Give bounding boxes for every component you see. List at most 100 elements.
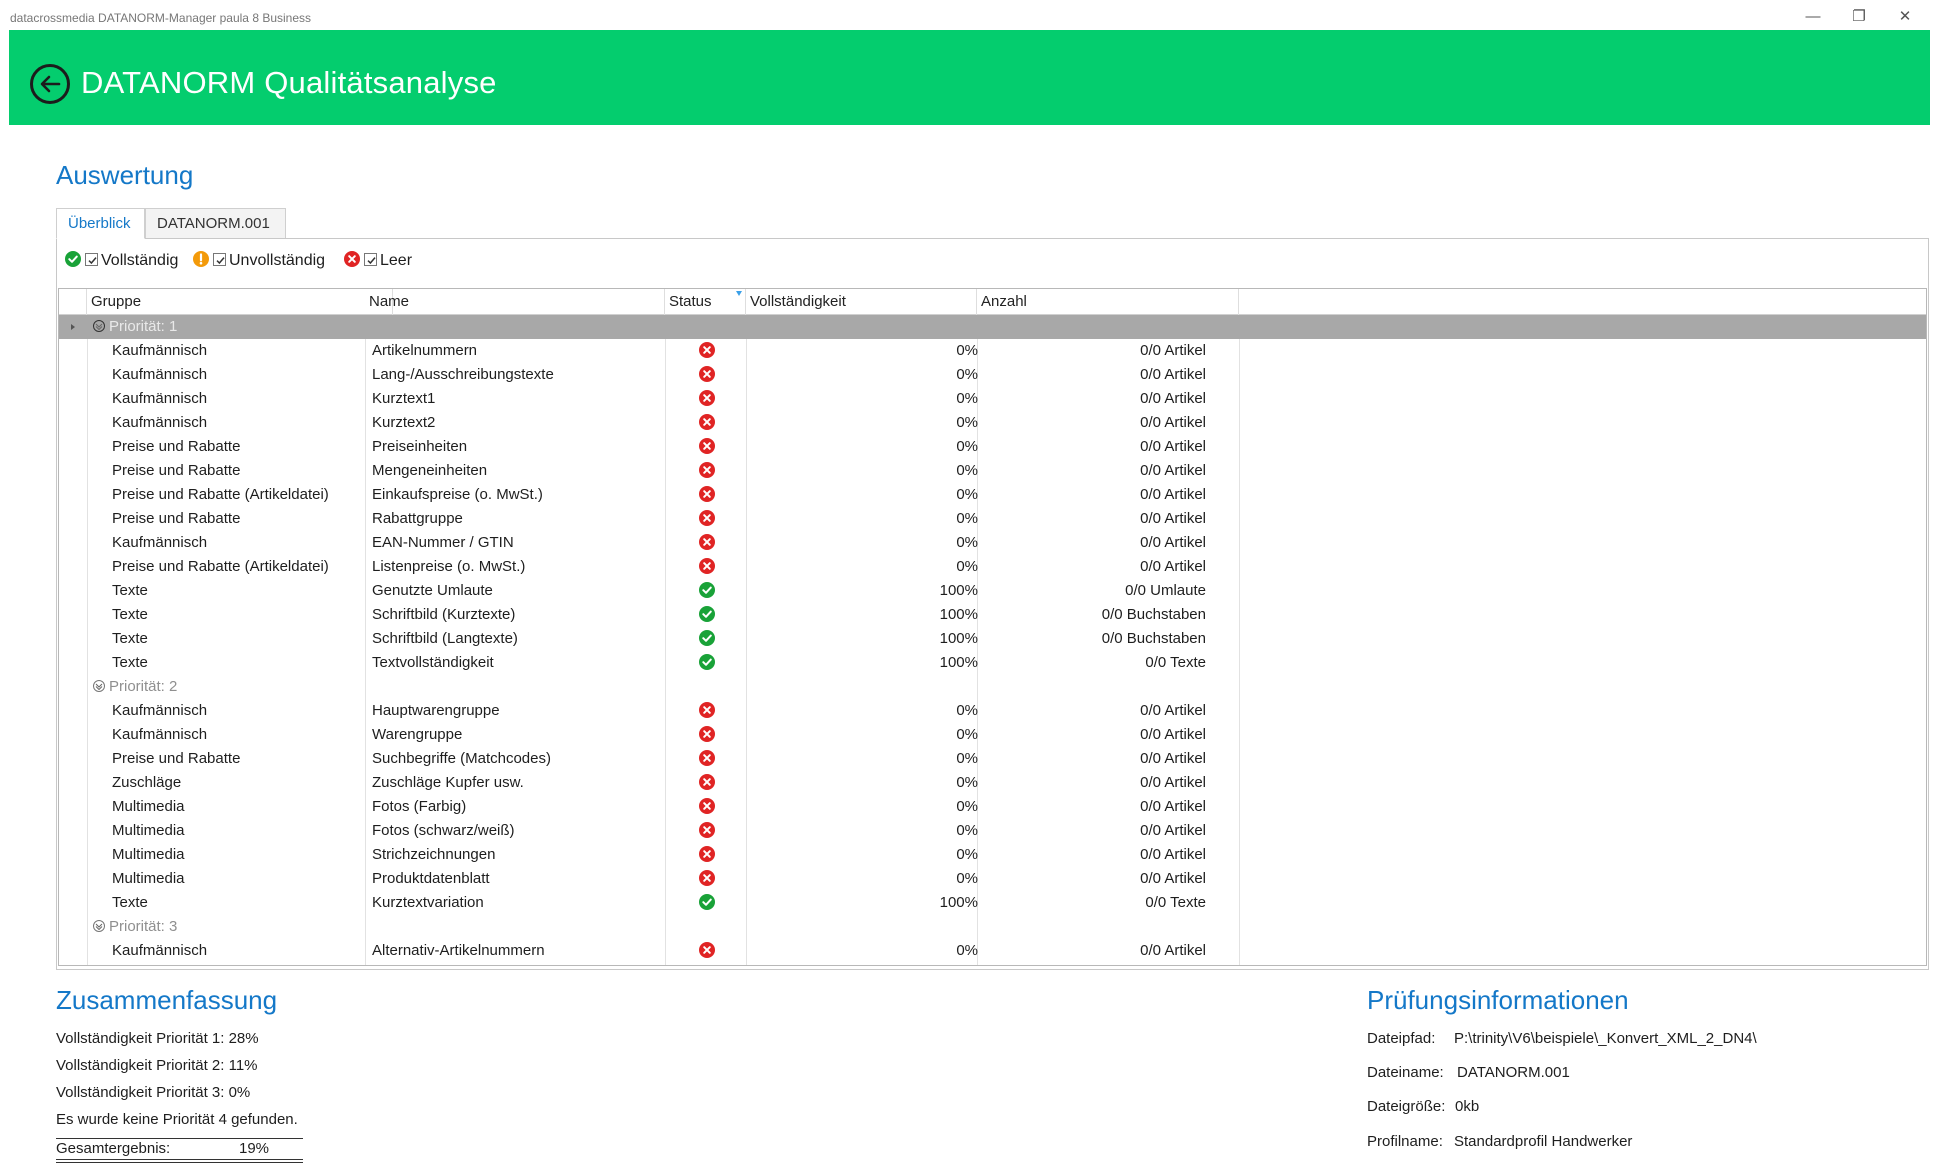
cell-anzahl: 0/0 Artikel	[1140, 510, 1206, 527]
checkbox-unvollstaendig[interactable]	[213, 253, 226, 266]
arrow-left-icon	[40, 75, 61, 93]
title-bar: datacrossmedia DATANORM-Manager paula 8 …	[0, 0, 1938, 30]
cell-anzahl: 0/0 Artikel	[1140, 438, 1206, 455]
cell-vollstaendigkeit: 0%	[956, 870, 978, 887]
cell-vollstaendigkeit: 100%	[939, 606, 978, 623]
table-row[interactable]: Texte Kurztextvariation 100% 0/0 Texte	[59, 891, 1926, 915]
header-indent	[59, 289, 87, 315]
table-row[interactable]: Kaufmännisch EAN-Nummer / GTIN 0% 0/0 Artik…	[59, 531, 1926, 555]
header-gruppe[interactable]: Gruppe	[87, 289, 393, 315]
checkbox-leer[interactable]	[364, 253, 377, 266]
cell-gruppe: Multimedia	[112, 798, 185, 815]
table-row[interactable]: Preise und Rabatte Suchbegriffe (Matchcod…	[59, 747, 1926, 771]
filter-vollstaendig[interactable]: Vollständig	[65, 251, 178, 273]
cell-status	[667, 339, 747, 363]
info-label: Dateipfad:	[1367, 1030, 1436, 1047]
error-circle-icon	[699, 726, 715, 742]
table-row[interactable]: Preise und Rabatte (Artikeldatei) Einkauf…	[59, 483, 1926, 507]
table-row[interactable]: Kaufmännisch Warengruppe 0% 0/0 Artikel	[59, 723, 1926, 747]
header-anzahl[interactable]: Anzahl	[977, 289, 1239, 315]
table-row[interactable]: Texte Schriftbild (Langtexte) 100% 0/0 Buch…	[59, 627, 1926, 651]
info-label: Dateigröße:	[1367, 1098, 1446, 1115]
cell-name: Artikelnummern	[372, 342, 478, 359]
cell-status	[667, 699, 747, 723]
group-row[interactable]: Priorität: 1	[59, 315, 1926, 339]
check-circle-icon	[699, 894, 715, 910]
table-row[interactable]: Kaufmännisch Kurztext2 0% 0/0 Artikel	[59, 411, 1926, 435]
cell-vollstaendigkeit: 0%	[956, 486, 978, 503]
filter-leer[interactable]: Leer	[344, 251, 412, 273]
cell-name: Zuschläge Kupfer usw.	[372, 774, 524, 791]
table-row[interactable]: Multimedia Fotos (schwarz/weiß) 0% 0/0 Arti…	[59, 819, 1926, 843]
cell-vollstaendigkeit: 0%	[956, 366, 978, 383]
cell-status	[667, 771, 747, 795]
table-row[interactable]: Texte Textvollständigkeit 100% 0/0 Texte	[59, 651, 1926, 675]
table-row[interactable]: Zuschläge Zuschläge Kupfer usw. 0% 0/0 Arti…	[59, 771, 1926, 795]
cell-anzahl: 0/0 Artikel	[1140, 702, 1206, 719]
collapse-icon[interactable]	[93, 320, 105, 332]
table-row[interactable]: Preise und Rabatte Rabattgruppe 0% 0/0 Arti…	[59, 507, 1926, 531]
pruefungsinformationen-title: Prüfungsinformationen	[1367, 985, 1629, 1015]
check-circle-icon	[699, 606, 715, 622]
cell-anzahl: 0/0 Artikel	[1140, 366, 1206, 383]
table-row[interactable]: Multimedia Produktdatenblatt 0% 0/0 Artikel	[59, 867, 1926, 891]
table-row[interactable]: Multimedia Strichzeichnungen 0% 0/0 Artikel	[59, 843, 1926, 867]
table-row[interactable]: Kaufmännisch Lang-/Ausschreibungstexte 0% 0…	[59, 363, 1926, 387]
maximize-button[interactable]: ❐	[1836, 4, 1882, 30]
checkbox-vollstaendig[interactable]	[85, 253, 98, 266]
cell-gruppe: Zuschläge	[112, 774, 182, 791]
table-row[interactable]: Preise und Rabatte Mengeneinheiten 0% 0/0 A…	[59, 459, 1926, 483]
grid-body: Priorität: 1 Kaufmännisch Artikelnummern 0%…	[59, 315, 1926, 963]
group-row[interactable]: Priorität: 3	[59, 915, 1926, 939]
cell-vollstaendigkeit: 0%	[956, 414, 978, 431]
table-row[interactable]: Texte Genutzte Umlaute 100% 0/0 Umlaute	[59, 579, 1926, 603]
cell-gruppe: Kaufmännisch	[112, 390, 208, 407]
minimize-button[interactable]: —	[1790, 4, 1836, 30]
cell-name: Schriftbild (Kurztexte)	[372, 606, 516, 623]
cell-name: Produktdatenblatt	[372, 870, 490, 887]
cell-gruppe: Texte	[112, 606, 148, 623]
cell-status	[667, 843, 747, 867]
cell-anzahl: 0/0 Buchstaben	[1101, 630, 1206, 647]
zusammenfassung-title: Zusammenfassung	[56, 985, 278, 1015]
error-circle-icon	[699, 870, 715, 886]
cell-name: Fotos (schwarz/weiß)	[372, 822, 515, 839]
tab-ueberblick[interactable]: Überblick	[56, 208, 145, 239]
cell-anzahl: 0/0 Artikel	[1140, 342, 1206, 359]
info-label: Profilname:	[1367, 1133, 1443, 1150]
cell-vollstaendigkeit: 100%	[939, 654, 978, 671]
info-dateigroesse: Dateigröße: 0kb	[1367, 1098, 1479, 1115]
cell-gruppe: Kaufmännisch	[112, 942, 208, 959]
error-circle-icon	[699, 558, 715, 574]
table-row[interactable]: Preise und Rabatte Preiseinheiten 0% 0/0 Ar…	[59, 435, 1926, 459]
header-name[interactable]: Name	[365, 289, 665, 315]
table-row[interactable]: Preise und Rabatte (Artikeldatei) Listenp…	[59, 555, 1926, 579]
collapse-icon[interactable]	[93, 920, 105, 932]
cell-name: Warengruppe	[372, 726, 463, 743]
group-row[interactable]: Priorität: 2	[59, 675, 1926, 699]
grid-header: Gruppe Name Status Vollständigkeit Anzah…	[59, 289, 1926, 315]
table-row[interactable]: Kaufmännisch Kurztext1 0% 0/0 Artikel	[59, 387, 1926, 411]
close-window-button[interactable]: ✕	[1882, 4, 1928, 30]
cell-gruppe: Texte	[112, 582, 148, 599]
table-row[interactable]: Multimedia Fotos (Farbig) 0% 0/0 Artikel	[59, 795, 1926, 819]
cell-status	[667, 555, 747, 579]
group-label: Priorität: 1	[93, 315, 177, 339]
cell-status	[667, 795, 747, 819]
header-status[interactable]: Status	[665, 289, 746, 315]
header-vollstaendigkeit[interactable]: Vollständigkeit	[746, 289, 977, 315]
error-circle-icon	[699, 438, 715, 454]
back-button[interactable]	[30, 64, 70, 104]
table-row[interactable]: Kaufmännisch Alternativ-Artikelnummern 0% 0…	[59, 939, 1926, 963]
cell-gruppe: Kaufmännisch	[112, 366, 208, 383]
check-circle-icon	[699, 654, 715, 670]
cell-gruppe: Texte	[112, 894, 148, 911]
filter-unvollstaendig[interactable]: Unvollständig	[193, 251, 325, 273]
cell-name: Kurztext1	[372, 390, 436, 407]
table-row[interactable]: Texte Schriftbild (Kurztexte) 100% 0/0 Buch…	[59, 603, 1926, 627]
table-row[interactable]: Kaufmännisch Artikelnummern 0% 0/0 Artikel	[59, 339, 1926, 363]
cell-status	[667, 747, 747, 771]
tab-datanorm-001[interactable]: DATANORM.001	[145, 208, 286, 239]
table-row[interactable]: Kaufmännisch Hauptwarengruppe 0% 0/0 Artike…	[59, 699, 1926, 723]
collapse-icon[interactable]	[93, 680, 105, 692]
